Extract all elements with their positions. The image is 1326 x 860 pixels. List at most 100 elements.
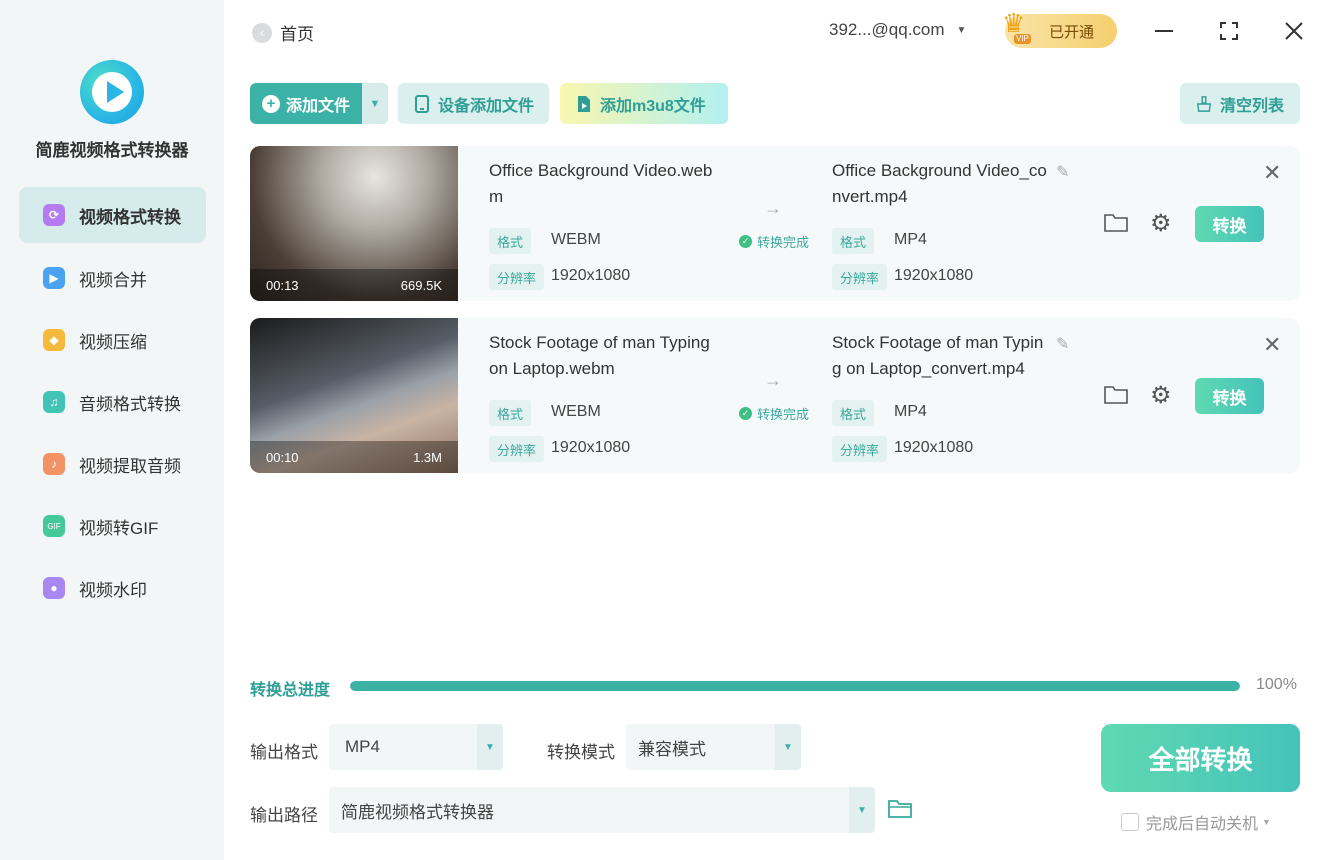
home-link[interactable]: ‹ 首页 xyxy=(252,20,314,45)
video-merge-icon: ▶ xyxy=(43,267,65,289)
convert-button[interactable]: 转换 xyxy=(1195,378,1264,414)
source-format: WEBM xyxy=(551,231,601,248)
caret-down-icon: ▼ xyxy=(369,97,381,110)
format-tag: 格式 xyxy=(832,400,875,426)
source-format: WEBM xyxy=(551,403,601,420)
sidebar-item-label: 视频转GIF xyxy=(79,518,159,538)
resolution-tag: 分辨率 xyxy=(832,264,888,290)
video-compress-icon: ◆ xyxy=(43,329,65,351)
sidebar-item-video-gif[interactable]: GIF 视频转GIF xyxy=(19,498,206,554)
m3u8-add-label: 添加m3u8文件 xyxy=(600,97,706,115)
format-tag: 格式 xyxy=(489,400,532,426)
video-thumbnail[interactable]: 00:13 669.5K xyxy=(250,146,458,301)
edit-icon[interactable]: ✎ xyxy=(1056,162,1069,182)
sidebar-item-video-compress[interactable]: ◆ 视频压缩 xyxy=(19,312,206,368)
status-text: 转换完成 xyxy=(757,235,810,250)
output-resolution: 1920x1080 xyxy=(894,439,974,456)
output-path-label: 输出路径 xyxy=(250,806,318,825)
convert-button[interactable]: 转换 xyxy=(1195,206,1264,242)
output-path-value: 简鹿视频格式转换器 xyxy=(341,802,494,822)
vip-badge[interactable]: ♛ VIP 已开通 xyxy=(1002,8,1117,48)
auto-shutdown-checkbox[interactable] xyxy=(1121,813,1139,831)
resolution-tag: 分辨率 xyxy=(489,264,545,290)
extract-audio-icon: ♪ xyxy=(43,453,65,475)
folder-icon[interactable] xyxy=(1104,212,1128,232)
caret-down-icon: ▼ xyxy=(1262,817,1271,827)
remove-item-icon[interactable]: ✕ xyxy=(1263,332,1281,358)
check-icon: ✓ xyxy=(739,407,752,420)
auto-shutdown-label: 完成后自动关机 xyxy=(1146,816,1259,833)
sidebar-item-label: 视频压缩 xyxy=(79,332,147,352)
source-file-name: Office Background Video.webm xyxy=(489,161,713,206)
arrow-right-icon: → xyxy=(764,198,782,218)
sidebar-item-extract-audio[interactable]: ♪ 视频提取音频 xyxy=(19,436,206,492)
app-logo xyxy=(80,60,144,124)
add-file-button[interactable]: + 添加文件 ▼ xyxy=(250,83,388,124)
account-dropdown[interactable]: 392...@qq.com ▼ xyxy=(829,20,966,40)
status-text: 转换完成 xyxy=(757,407,810,422)
sidebar-item-video-merge[interactable]: ▶ 视频合并 xyxy=(19,250,206,306)
format-tag: 格式 xyxy=(489,228,532,254)
sidebar-item-label: 视频格式转换 xyxy=(79,207,181,227)
device-add-button[interactable]: 设备添加文件 xyxy=(398,83,549,124)
caret-down-icon: ▼ xyxy=(956,24,967,36)
sidebar-item-audio-convert[interactable]: ♫ 音频格式转换 xyxy=(19,374,206,430)
output-format-select[interactable]: MP4 ▼ xyxy=(329,724,503,770)
phone-icon xyxy=(414,94,430,113)
source-resolution: 1920x1080 xyxy=(551,439,631,456)
file-item: 00:10 1.3M Stock Footage of man Typing o… xyxy=(250,318,1300,473)
progress-fill xyxy=(350,681,1240,691)
close-icon xyxy=(1285,22,1303,40)
m3u8-add-button[interactable]: 添加m3u8文件 xyxy=(560,83,728,124)
close-window-button[interactable] xyxy=(1281,18,1307,44)
status-badge: ✓ 转换完成 xyxy=(739,404,809,423)
sidebar-item-video-convert[interactable]: ⟳ 视频格式转换 xyxy=(19,187,206,243)
remove-item-icon[interactable]: ✕ xyxy=(1263,160,1281,186)
clear-list-label: 清空列表 xyxy=(1220,97,1285,115)
caret-down-icon: ▼ xyxy=(477,724,503,770)
video-convert-icon: ⟳ xyxy=(43,204,65,226)
maximize-button[interactable] xyxy=(1216,18,1242,44)
file-video-icon xyxy=(576,95,592,113)
sidebar-item-watermark[interactable]: ● 视频水印 xyxy=(19,560,206,616)
auto-shutdown-option[interactable]: 完成后自动关机 ▼ xyxy=(1121,810,1271,834)
broom-icon xyxy=(1196,95,1212,113)
app-name: 简鹿视频格式转换器 xyxy=(35,141,189,160)
home-label: 首页 xyxy=(280,25,314,44)
video-thumbnail[interactable]: 00:10 1.3M xyxy=(250,318,458,473)
total-progress-bar xyxy=(350,681,1240,691)
minimize-icon xyxy=(1155,30,1173,32)
account-email: 392...@qq.com xyxy=(829,20,945,39)
convert-mode-select[interactable]: 兼容模式 ▼ xyxy=(626,724,801,770)
output-format: MP4 xyxy=(894,403,927,420)
clear-list-button[interactable]: 清空列表 xyxy=(1180,83,1300,124)
file-size: 669.5K xyxy=(400,277,442,293)
add-file-label: 添加文件 xyxy=(286,97,351,115)
maximize-icon xyxy=(1220,22,1238,40)
folder-icon[interactable] xyxy=(888,798,912,824)
source-resolution: 1920x1080 xyxy=(551,267,631,284)
gif-icon: GIF xyxy=(43,515,65,537)
sidebar: 简鹿视频格式转换器 ⟳ 视频格式转换 ▶ 视频合并 ◆ 视频压缩 ♫ 音频格式转… xyxy=(0,0,224,860)
convert-mode-label: 转换模式 xyxy=(547,743,615,762)
sidebar-item-label: 视频合并 xyxy=(79,270,147,290)
edit-icon[interactable]: ✎ xyxy=(1056,334,1069,354)
vip-status: 已开通 xyxy=(1049,23,1095,41)
check-icon: ✓ xyxy=(739,235,752,248)
resolution-tag: 分辨率 xyxy=(832,436,888,462)
minimize-button[interactable] xyxy=(1151,18,1177,44)
convert-all-button[interactable]: 全部转换 xyxy=(1101,724,1300,792)
add-file-dropdown[interactable]: ▼ xyxy=(362,83,388,124)
gear-icon[interactable]: ⚙ xyxy=(1150,381,1172,410)
caret-down-icon: ▼ xyxy=(849,787,875,833)
folder-icon[interactable] xyxy=(1104,384,1128,404)
vip-badge-text: VIP xyxy=(1014,34,1031,44)
gear-icon[interactable]: ⚙ xyxy=(1150,209,1172,238)
status-badge: ✓ 转换完成 xyxy=(739,232,809,251)
file-size: 1.3M xyxy=(413,449,442,465)
progress-percent: 100% xyxy=(1256,676,1297,693)
source-file-name: Stock Footage of man Typing on Laptop.we… xyxy=(489,333,710,378)
duration: 00:10 xyxy=(266,449,299,465)
output-path-select[interactable]: 简鹿视频格式转换器 ▼ xyxy=(329,787,875,833)
total-progress-label: 转换总进度 xyxy=(250,682,331,699)
